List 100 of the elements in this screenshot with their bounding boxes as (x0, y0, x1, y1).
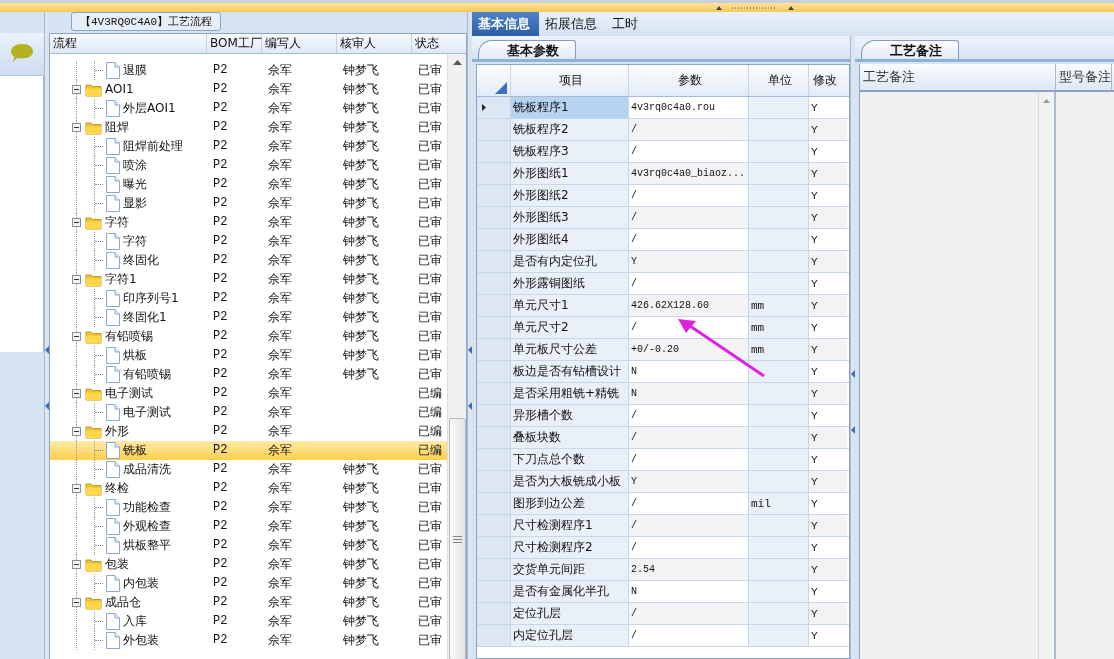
table-cell: Y (809, 251, 847, 272)
collapse-toggle-icon[interactable] (72, 389, 81, 398)
notes-area[interactable] (860, 92, 1056, 659)
column-header[interactable]: 项目 (511, 65, 629, 96)
table-cell-text: P2 (213, 575, 228, 592)
column-header[interactable]: 参数 (629, 65, 749, 96)
tree-row[interactable]: 喷涂 P2 佘军 钟梦飞 已审 (50, 156, 447, 175)
collapse-arrow-icon[interactable] (468, 402, 472, 410)
tree-row[interactable]: 外形 P2 佘军 已编 (50, 422, 447, 441)
table-cell-text: 已审 (418, 138, 442, 155)
table-cell-text: 已审 (418, 461, 442, 478)
table-cell-text: Y (810, 452, 819, 468)
tree-label: 显影 (123, 195, 147, 212)
group-title: 【4V3RQ0C4A0】工艺流程 (71, 12, 221, 31)
splitter-handle-icon[interactable] (716, 4, 794, 10)
column-header[interactable]: 单位 (749, 65, 809, 96)
document-icon (106, 347, 120, 364)
table-cell-text: 钟梦飞 (343, 594, 379, 611)
row-header[interactable] (477, 97, 511, 118)
tree-row[interactable]: 显影 P2 佘军 钟梦飞 已审 (50, 194, 447, 213)
tree-row[interactable]: 终检 P2 佘军 钟梦飞 已审 (50, 479, 447, 498)
tree-row[interactable]: 退膜 P2 佘军 钟梦飞 已审 (50, 61, 447, 80)
table-cell-text: 佘军 (268, 195, 292, 212)
table-cell: Y (809, 163, 847, 184)
tree-row[interactable]: 字符1 P2 佘军 钟梦飞 已审 (50, 270, 447, 289)
tab[interactable]: 工时 (606, 12, 647, 36)
table-cell-text: Y (810, 276, 819, 292)
tree-row[interactable]: 曝光 P2 佘军 钟梦飞 已审 (50, 175, 447, 194)
scroll-up-icon[interactable] (452, 60, 462, 65)
collapse-toggle-icon[interactable] (72, 275, 81, 284)
tab[interactable]: 基本参数 (478, 40, 576, 59)
tree-row[interactable]: 字符 P2 佘军 钟梦飞 已审 (50, 213, 447, 232)
table-cell-text: 钟梦飞 (343, 347, 379, 364)
tree-label: 入库 (123, 613, 147, 630)
speech-bubble-icon[interactable] (10, 43, 34, 65)
table-cell: 板边是否有钻槽设计 (511, 361, 629, 382)
column-header[interactable]: 修改 (809, 65, 847, 96)
tree-row[interactable]: 字符 P2 佘军 钟梦飞 已审 (50, 232, 447, 251)
scrollbar[interactable] (447, 54, 466, 659)
collapse-arrow-icon[interactable] (851, 426, 855, 434)
column-header[interactable]: 编写人 (262, 34, 337, 53)
column-header[interactable]: 型号备注 (1056, 64, 1112, 90)
table-cell-text: 钟梦飞 (343, 556, 379, 573)
scrollbar-thumb[interactable] (449, 418, 466, 659)
tree-row[interactable]: 烘板 P2 佘军 钟梦飞 已审 (50, 346, 447, 365)
table-cell: 是否为大板铣成小板 (511, 471, 629, 492)
tree-row[interactable]: 电子测试 P2 佘军 已编 (50, 384, 447, 403)
notes-area[interactable] (1056, 92, 1114, 659)
tree-row[interactable]: 包装 P2 佘军 钟梦飞 已审 (50, 555, 447, 574)
column-header[interactable]: 状态 (412, 34, 465, 53)
tree-row[interactable]: 内包装 P2 佘军 钟梦飞 已审 (50, 574, 447, 593)
tab[interactable]: 基本信息 (472, 12, 539, 36)
table-cell-text: 佘军 (268, 442, 292, 459)
tree-row[interactable]: 烘板整平 P2 佘军 钟梦飞 已审 (50, 536, 447, 555)
tree-row[interactable]: 印序列号1 P2 佘军 钟梦飞 已审 (50, 289, 447, 308)
column-header[interactable]: BOM工厂 (207, 34, 262, 53)
table-cell-text: 佘军 (268, 347, 292, 364)
column-header[interactable]: 工艺备注 (860, 64, 1056, 90)
tree-row[interactable]: 功能检查 P2 佘军 钟梦飞 已审 (50, 498, 447, 517)
tree-row[interactable]: 有铅喷锡 P2 佘军 钟梦飞 已审 (50, 365, 447, 384)
tree-row[interactable]: AOI1 P2 佘军 钟梦飞 已审 (50, 80, 447, 99)
collapse-toggle-icon[interactable] (72, 85, 81, 94)
tab[interactable]: 拓展信息 (539, 12, 606, 36)
tree-row[interactable]: 有铅喷锡 P2 佘军 钟梦飞 已审 (50, 327, 447, 346)
collapse-toggle-icon[interactable] (72, 218, 81, 227)
collapse-toggle-icon[interactable] (72, 427, 81, 436)
tree-row[interactable]: 入库 P2 佘军 钟梦飞 已审 (50, 612, 447, 631)
column-header[interactable]: 流程 (50, 34, 207, 53)
tree-row[interactable]: 阻焊前处理 P2 佘军 钟梦飞 已审 (50, 137, 447, 156)
collapse-toggle-icon[interactable] (72, 332, 81, 341)
collapse-arrow-icon[interactable] (468, 346, 472, 354)
tree-row[interactable]: 终固化1 P2 佘军 钟梦飞 已审 (50, 308, 447, 327)
table-cell-text: Y (810, 408, 819, 424)
collapse-arrow-icon[interactable] (45, 346, 49, 354)
table-cell-text: 佘军 (268, 176, 292, 193)
collapse-arrow-icon[interactable] (851, 370, 855, 378)
collapse-toggle-icon[interactable] (72, 484, 81, 493)
tree-row[interactable]: 成品仓 P2 佘军 钟梦飞 已审 (50, 593, 447, 612)
table-cell-text: 钟梦飞 (343, 62, 379, 79)
tree-row[interactable]: 成品清洗 P2 佘军 钟梦飞 已审 (50, 460, 447, 479)
column-header[interactable]: 核审人 (337, 34, 412, 53)
table-cell: Y (809, 559, 847, 580)
collapse-toggle-icon[interactable] (72, 560, 81, 569)
table-cell: 交货单元间距 (511, 559, 629, 580)
table-cell: 是否有金属化半孔 (511, 581, 629, 602)
table-cell: Y (629, 471, 749, 492)
folder-icon (85, 82, 102, 97)
collapse-arrow-icon[interactable] (45, 402, 49, 410)
tree-row[interactable]: 铣板 P2 佘军 已编 (50, 441, 447, 460)
tab[interactable]: 工艺备注 (861, 40, 959, 59)
tree-row[interactable]: 外层AOI1 P2 佘军 钟梦飞 已审 (50, 99, 447, 118)
tree-row[interactable]: 外包装 P2 佘军 钟梦飞 已审 (50, 631, 447, 650)
tree-row[interactable]: 阻焊 P2 佘军 钟梦飞 已审 (50, 118, 447, 137)
collapse-toggle-icon[interactable] (72, 123, 81, 132)
collapse-toggle-icon[interactable] (72, 598, 81, 607)
table-cell-text: P2 (213, 404, 228, 421)
tree-row[interactable]: 外观检查 P2 佘军 钟梦飞 已审 (50, 517, 447, 536)
tree-row[interactable]: 电子测试 P2 佘军 已编 (50, 403, 447, 422)
tree-row[interactable]: 终固化 P2 佘军 钟梦飞 已审 (50, 251, 447, 270)
document-icon (106, 233, 120, 250)
